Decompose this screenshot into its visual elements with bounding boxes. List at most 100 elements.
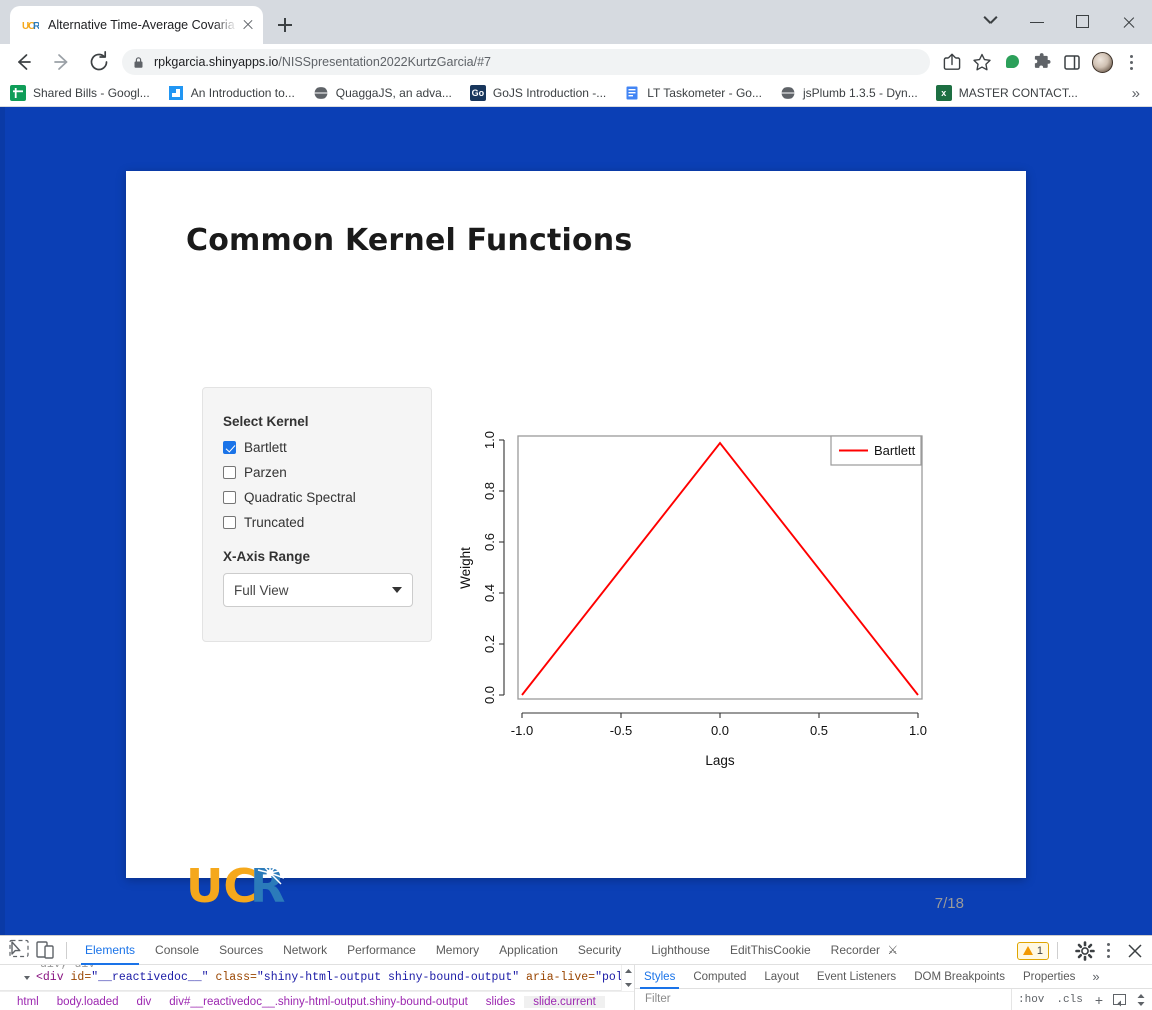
devtools-close-icon[interactable] [1122,938,1148,964]
page-title: Common Kernel Functions [186,223,633,258]
url-path: /NISSpresentation2022KurtzGarcia/#7 [278,55,491,69]
dom-breadcrumb: html body.loaded div div#__reactivedoc__… [0,991,634,1010]
breadcrumb-body[interactable]: body.loaded [48,996,128,1008]
devtools-tab-console[interactable]: Console [145,936,209,965]
computed-sidebar-toggle-icon[interactable] [1113,994,1126,1007]
ucr-favicon: U C R [22,17,41,34]
devtools-tab-performance[interactable]: Performance [337,936,426,965]
chevron-down-icon [392,587,402,593]
devtools-tab-memory[interactable]: Memory [426,936,489,965]
devtools-kebab-icon[interactable] [1096,938,1122,964]
devtools-tab-lighthouse[interactable]: Lighthouse [641,936,720,965]
sidebar-tab-computed[interactable]: Computed [684,965,755,989]
bookmark-item[interactable]: QuaggaJS, an adva... [312,85,452,101]
sidebar-tab-event-listeners[interactable]: Event Listeners [808,965,905,989]
checkbox-label: Truncated [244,515,305,530]
devtools-tab-network[interactable]: Network [273,936,337,965]
devtools-tab-recorder[interactable]: Recorder ⚔ [821,936,908,965]
dom-scrollbar[interactable] [621,965,634,991]
bookmarks-overflow-button[interactable]: » [1132,85,1140,102]
back-button[interactable] [8,47,38,77]
bookmark-item[interactable]: jsPlumb 1.3.5 - Dyn... [779,85,918,101]
browser-tab[interactable]: U C R Alternative Time-Average Covaria [10,6,263,44]
breadcrumb-div[interactable]: div [128,996,161,1008]
chevron-down-icon[interactable] [968,0,1014,44]
kebab-menu-icon[interactable] [1118,48,1146,76]
checkbox-icon[interactable] [223,466,236,479]
sidebar-tab-layout[interactable]: Layout [755,965,808,989]
sidepanel-icon[interactable] [1058,48,1086,76]
devtools-tab-security[interactable]: Security [568,936,631,965]
styles-filter-input[interactable]: Filter [635,989,1012,1010]
bookmark-item[interactable]: LT Taskometer - Go... [624,85,762,101]
new-tab-button[interactable] [272,12,298,38]
close-tab-icon[interactable] [239,16,257,34]
sidebar-tab-styles[interactable]: Styles [635,965,684,989]
breadcrumb-slide-current[interactable]: slide.current [524,995,605,1008]
x-axis-tick-labels: -1.0 -0.5 0.0 0.5 1.0 [511,723,927,738]
styles-filter-row: Filter :hov .cls + [635,989,1152,1010]
minimize-icon[interactable] [1014,0,1060,44]
cls-toggle[interactable]: .cls [1050,994,1088,1006]
puzzle-extensions-icon[interactable] [1028,48,1056,76]
ucr-logo-uc: UC [186,860,257,912]
dom-attr-id: id= [70,971,92,984]
y-tick-label: 0.4 [482,584,497,602]
devtools-tab-recorder-label: Recorder [830,942,881,957]
checkbox-truncated[interactable]: Truncated [223,513,304,532]
forward-button[interactable] [46,47,76,77]
expand-triangle-icon[interactable] [24,976,30,980]
checkbox-parzen[interactable]: Parzen [223,463,287,482]
breadcrumb-slides[interactable]: slides [477,996,524,1008]
bookmark-item[interactable]: Go GoJS Introduction -... [469,85,606,101]
address-bar[interactable]: rpkgarcia.shinyapps.io/NISSpresentation2… [122,49,930,75]
dom-tree[interactable]: div, div <div id="__reactivedoc__" class… [0,965,634,991]
chart-legend: Bartlett [830,435,922,466]
devtools-toolbar: Elements Console Sources Network Perform… [0,936,1152,965]
browser-window: U C R Alternative Time-Average Covaria r… [0,0,1152,1010]
devtools-tab-elements[interactable]: Elements [75,936,145,965]
page-left-edge [0,107,5,935]
reload-button[interactable] [84,47,114,77]
bookmark-item[interactable]: An Introduction to... [167,85,295,101]
y-tick-label: 0.0 [482,686,497,704]
breadcrumb-html[interactable]: html [8,996,48,1008]
tab-strip: U C R Alternative Time-Average Covaria [0,0,1152,44]
devtools-tab-editthiscookie[interactable]: EditThisCookie [720,936,821,965]
dom-node-line[interactable]: <div id="__reactivedoc__" class="shiny-h… [36,971,623,984]
settings-gear-icon[interactable] [1074,940,1096,962]
checkbox-icon[interactable] [223,516,236,529]
kernel-plot: 0.0 0.2 0.4 0.6 0.8 1.0 Weight -1.0 -0.5… [456,429,956,774]
bookmark-item[interactable]: Shared Bills - Googl... [10,85,150,101]
url-text: rpkgarcia.shinyapps.io/NISSpresentation2… [154,55,491,69]
close-window-icon[interactable] [1106,0,1152,44]
checkbox-icon[interactable] [223,491,236,504]
checkbox-quadratic-spectral[interactable]: Quadratic Spectral [223,488,356,507]
hov-toggle[interactable]: :hov [1012,994,1050,1006]
star-icon[interactable] [968,48,996,76]
sidebar-tabs-overflow[interactable]: » [1084,969,1107,984]
maximize-icon[interactable] [1060,0,1106,44]
tab-title: Alternative Time-Average Covaria [48,18,235,32]
devtools-tab-sources[interactable]: Sources [209,936,273,965]
bookmark-item[interactable]: x MASTER CONTACT... [935,85,1078,101]
new-style-rule-button[interactable]: + [1089,992,1109,1008]
devtools-panel: Elements Console Sources Network Perform… [0,935,1152,1010]
sidebar-tab-properties[interactable]: Properties [1014,965,1084,989]
ucr-logo: UC R [186,859,291,913]
checkbox-bartlett[interactable]: Bartlett [223,438,287,457]
checkbox-icon[interactable] [223,441,236,454]
warning-badge[interactable]: 1 [1016,941,1049,960]
sunburst-center [266,869,274,877]
styles-scroll-spinner[interactable] [1135,992,1147,1008]
profile-avatar[interactable] [1088,48,1116,76]
share-icon[interactable] [938,48,966,76]
x-tick-label: -1.0 [511,723,533,738]
x-axis-range-select[interactable]: Full View [223,573,413,607]
device-toolbar-icon[interactable] [32,937,58,963]
breadcrumb-reactivedoc[interactable]: div#__reactivedoc__.shiny-html-output.sh… [160,996,477,1008]
devtools-tab-application[interactable]: Application [489,936,568,965]
inspect-element-icon[interactable] [6,937,32,963]
green-dot-extension-icon[interactable] [998,48,1026,76]
sidebar-tab-dom-breakpoints[interactable]: DOM Breakpoints [905,965,1014,989]
